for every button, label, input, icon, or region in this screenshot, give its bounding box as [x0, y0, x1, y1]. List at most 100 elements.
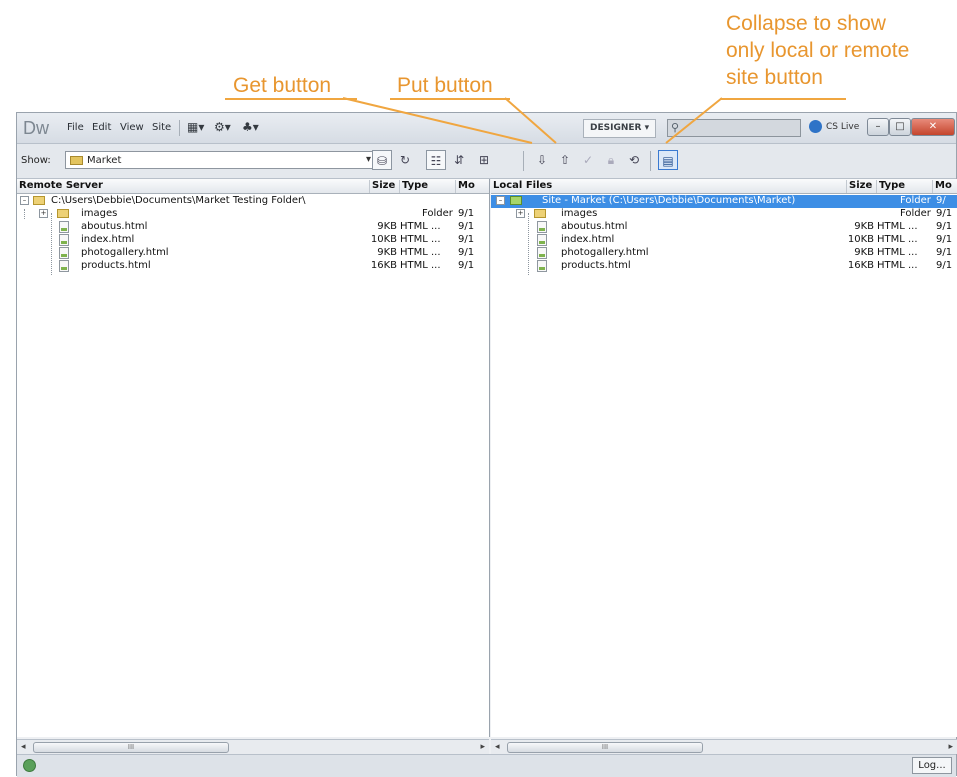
- collapse-icon[interactable]: –: [496, 196, 505, 205]
- collapse-icon[interactable]: –: [20, 196, 29, 205]
- workspace-switcher[interactable]: DESIGNER ▾: [583, 119, 657, 138]
- file-type: HTML ...: [877, 221, 918, 232]
- layout-menu-icon[interactable]: ▦▾: [187, 120, 204, 134]
- file-modified: 9/1: [936, 221, 953, 232]
- list-item[interactable]: + images Folder 9/1: [491, 208, 957, 221]
- file-type: Folder: [900, 195, 931, 206]
- toolbar-separator-2: [650, 151, 651, 171]
- column-size[interactable]: Size: [369, 180, 399, 193]
- file-modified: 9/1: [936, 247, 953, 258]
- scrollbar-thumb[interactable]: III: [507, 742, 703, 753]
- scroll-left-icon[interactable]: ◂: [495, 740, 500, 754]
- remote-root-row[interactable]: – C:\Users\Debbie\Documents\Market Testi…: [17, 195, 489, 208]
- put-button[interactable]: ⇧: [555, 150, 575, 170]
- extend-gear-icon[interactable]: ⚙▾: [214, 120, 231, 134]
- minimize-button[interactable]: –: [867, 118, 889, 136]
- column-remote-server[interactable]: Remote Server: [17, 180, 369, 193]
- sync-button[interactable]: ⇵: [449, 150, 469, 170]
- file-modified: 9/1: [458, 247, 475, 258]
- html-file-icon: [537, 260, 547, 272]
- file-modified: 9/: [936, 195, 946, 206]
- html-file-icon: [59, 260, 69, 272]
- folder-icon: [57, 209, 69, 218]
- file-size: 16KB: [370, 260, 397, 271]
- file-type: HTML ...: [400, 260, 441, 271]
- expand-icon[interactable]: +: [39, 209, 48, 218]
- list-item[interactable]: aboutus.html 9KB HTML ... 9/1: [17, 221, 489, 234]
- get-button[interactable]: ⇩: [532, 150, 552, 170]
- cs-live-icon[interactable]: [809, 120, 822, 133]
- html-file-icon: [537, 247, 547, 259]
- list-item[interactable]: aboutus.html 9KB HTML ... 9/1: [491, 221, 957, 234]
- file-modified: 9/1: [936, 260, 953, 271]
- html-file-icon: [59, 247, 69, 259]
- list-item[interactable]: + images Folder 9/1: [17, 208, 489, 221]
- file-type: HTML ...: [877, 260, 918, 271]
- files-toolbar: Show: Market ▾ ⛁ ↻ ☷ ⇵ ⊞ ⇩ ⇧ ✓ 🔒︎ ⟲ ▤: [17, 144, 956, 179]
- expand-icon[interactable]: +: [516, 209, 525, 218]
- chevron-down-icon: ▾: [365, 154, 371, 165]
- site-select[interactable]: Market ▾: [65, 151, 375, 169]
- site-menu-icon[interactable]: ♣▾: [242, 120, 259, 134]
- folder-icon: [510, 196, 522, 205]
- refresh-button[interactable]: ↻: [395, 150, 415, 170]
- menu-site[interactable]: Site: [152, 122, 171, 133]
- file-size: 9KB: [854, 221, 874, 232]
- toolbar-separator: [523, 151, 524, 171]
- local-root-columns: Folder 9/: [839, 195, 957, 208]
- check-out-button[interactable]: ✓: [578, 150, 598, 170]
- maximize-button[interactable]: □: [889, 118, 911, 136]
- file-modified: 9/1: [458, 208, 475, 219]
- menu-view[interactable]: View: [120, 122, 144, 133]
- column-type[interactable]: Type: [399, 180, 455, 193]
- connect-button[interactable]: ⛁: [372, 150, 392, 170]
- menu-bar: Dw File Edit View Site ▦▾ ⚙▾ ♣▾ DESIGNER…: [17, 113, 956, 144]
- file-modified: 9/1: [936, 208, 953, 219]
- menu-edit[interactable]: Edit: [92, 122, 111, 133]
- check-in-button[interactable]: 🔒︎: [601, 150, 621, 170]
- column-modified[interactable]: Mo: [455, 180, 489, 193]
- local-column-header: Local Files Size Type Mo: [491, 179, 957, 194]
- show-label: Show:: [21, 155, 51, 166]
- callout-put-button: Put button: [397, 74, 493, 97]
- file-type: HTML ...: [877, 234, 918, 245]
- scroll-right-icon[interactable]: ▸: [948, 740, 953, 754]
- dw-logo: Dw: [23, 118, 49, 138]
- column-type[interactable]: Type: [876, 180, 932, 193]
- list-item[interactable]: photogallery.html 9KB HTML ... 9/1: [17, 247, 489, 260]
- list-item[interactable]: index.html 10KB HTML ... 9/1: [491, 234, 957, 247]
- status-globe-icon: [23, 759, 36, 772]
- file-name: index.html: [81, 234, 135, 245]
- collapse-panel-button[interactable]: ▤: [658, 150, 678, 170]
- remote-horizontal-scrollbar[interactable]: ◂ III ▸: [17, 739, 489, 754]
- scrollbar-thumb[interactable]: III: [33, 742, 229, 753]
- folder-icon: [33, 196, 45, 205]
- column-modified[interactable]: Mo: [932, 180, 957, 193]
- file-modified: 9/1: [458, 260, 475, 271]
- html-file-icon: [59, 221, 69, 233]
- list-item[interactable]: photogallery.html 9KB HTML ... 9/1: [491, 247, 957, 260]
- file-size: 9KB: [854, 247, 874, 258]
- file-name: aboutus.html: [81, 221, 148, 232]
- file-name: images: [561, 208, 598, 219]
- synchronize-button[interactable]: ⟲: [624, 150, 644, 170]
- cs-live-label[interactable]: CS Live: [826, 122, 859, 132]
- search-input[interactable]: ⚲: [667, 119, 801, 137]
- menu-file[interactable]: File: [67, 122, 84, 133]
- expand-icon[interactable]: ⊞: [474, 150, 494, 170]
- log-button[interactable]: Log...: [912, 757, 952, 774]
- list-item[interactable]: index.html 10KB HTML ... 9/1: [17, 234, 489, 247]
- scroll-left-icon[interactable]: ◂: [21, 740, 26, 754]
- local-horizontal-scrollbar[interactable]: ◂ III ▸: [491, 739, 957, 754]
- scroll-right-icon[interactable]: ▸: [480, 740, 485, 754]
- close-button[interactable]: ✕: [911, 118, 955, 136]
- remote-server-panel: Remote Server Size Type Mo – C:\Users\De…: [17, 179, 490, 737]
- folder-icon: [534, 209, 546, 218]
- list-item[interactable]: products.html 16KB HTML ... 9/1: [491, 260, 957, 273]
- local-root-row[interactable]: – Site - Market (C:\Users\Debbie\Documen…: [491, 195, 839, 208]
- file-modified: 9/1: [458, 234, 475, 245]
- list-item[interactable]: products.html 16KB HTML ... 9/1: [17, 260, 489, 273]
- column-local-files[interactable]: Local Files: [491, 180, 846, 193]
- view-site-files-button[interactable]: ☷: [426, 150, 446, 170]
- column-size[interactable]: Size: [846, 180, 876, 193]
